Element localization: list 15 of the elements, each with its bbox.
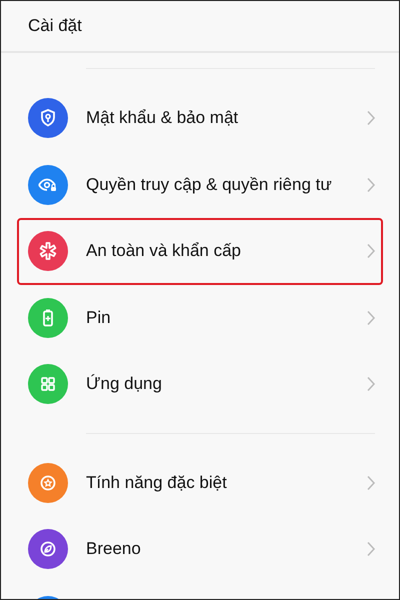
chevron-icon (366, 110, 376, 126)
page-title: Cài đặt (28, 16, 82, 36)
settings-item[interactable]: Mật khẩu & bảo mật (17, 85, 383, 152)
settings-item[interactable]: An toàn và khẩn cấp (17, 218, 383, 284)
chevron-icon (366, 176, 376, 193)
chevron-icon (366, 376, 376, 392)
settings-item[interactable]: Pin (17, 284, 383, 351)
chevron-icon (366, 243, 376, 260)
settings-item[interactable]: Tính năng đặc biệt (17, 450, 383, 516)
chevron-icon (366, 474, 376, 491)
settings-item[interactable]: Breeno (17, 516, 383, 582)
chevron-icon (366, 541, 376, 558)
settings-item[interactable]: Quyền truy cập & quyền riêng tư (17, 152, 383, 218)
settings-item[interactable]: Ứng dụng (17, 351, 383, 418)
chevron-icon (366, 310, 376, 326)
